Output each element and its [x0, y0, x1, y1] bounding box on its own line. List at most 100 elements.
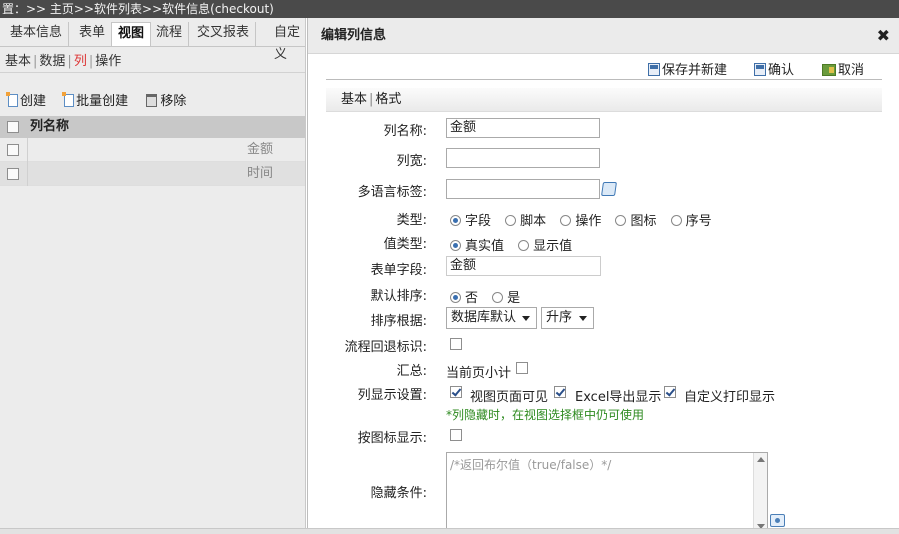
summary-checkbox[interactable]: [516, 362, 528, 374]
remove-button[interactable]: 移除: [146, 90, 186, 109]
type-label: 类型:: [396, 213, 427, 228]
left-toolbar: 创建 批量创建 移除: [6, 90, 200, 109]
radio-icon: [615, 215, 627, 226]
form-tab-format[interactable]: 格式: [375, 92, 401, 107]
create-button[interactable]: 创建: [6, 90, 46, 109]
default-sort-option-yes[interactable]: 是: [492, 287, 520, 306]
save-icon: [754, 63, 766, 76]
sort-by-value: 数据库默认: [451, 310, 517, 325]
tab-bar: 基本信息 表单 视图 流程 交叉报表 自定义: [0, 22, 305, 62]
save-and-new-label: 保存并新建: [662, 63, 728, 78]
table-row[interactable]: 金额: [0, 138, 305, 162]
edit-icon[interactable]: [601, 182, 617, 196]
cancel-label: 取消: [838, 63, 865, 78]
batch-create-button[interactable]: 批量创建: [62, 90, 128, 109]
value-type-radio-group: 真实值 显示值: [450, 235, 582, 254]
subtab-basic[interactable]: 基本: [5, 54, 31, 69]
col-width-input[interactable]: [446, 148, 600, 168]
divider: [0, 72, 305, 73]
summary-text: 当前页小计: [446, 366, 512, 381]
row-value: 时间: [247, 166, 274, 181]
tab-flow[interactable]: 流程: [150, 22, 190, 46]
sort-by-label: 排序根据:: [370, 314, 427, 329]
chevron-down-icon: [522, 316, 530, 321]
tab-cross-report[interactable]: 交叉报表: [191, 22, 257, 46]
form-field-label: 表单字段:: [370, 263, 427, 278]
sort-order-select[interactable]: 升序: [541, 307, 594, 329]
new-doc-icon: [6, 92, 18, 107]
close-icon[interactable]: ✖: [877, 28, 890, 44]
form-field-input[interactable]: 金额: [446, 256, 601, 276]
sort-by-select[interactable]: 数据库默认: [446, 307, 537, 329]
icon-display-checkbox[interactable]: [450, 429, 462, 441]
multilang-input[interactable]: [446, 179, 600, 199]
cancel-icon: [822, 64, 836, 76]
type-option-action[interactable]: 操作: [560, 210, 601, 229]
select-all-checkbox[interactable]: [7, 121, 19, 133]
radio-icon: [518, 240, 530, 251]
radio-icon: [450, 292, 461, 303]
tab-view[interactable]: 视图: [111, 22, 152, 46]
summary-label: 汇总:: [396, 364, 427, 379]
save-icon: [648, 63, 660, 76]
tab-custom[interactable]: 自定义: [268, 22, 305, 62]
default-sort-radio-group: 否 是: [450, 287, 530, 306]
dialog-title: 编辑列信息: [308, 18, 899, 54]
horizontal-scrollbar[interactable]: [0, 528, 899, 534]
subtab-data[interactable]: 数据: [39, 54, 65, 69]
tab-basic-info[interactable]: 基本信息: [4, 22, 70, 46]
radio-icon: [492, 292, 504, 303]
dialog-toolbar: 保存并新建 确认 取消: [326, 56, 882, 80]
table-row[interactable]: 时间: [0, 162, 305, 186]
chevron-up-icon[interactable]: [757, 457, 765, 462]
trash-icon: [146, 94, 158, 107]
value-type-label: 值类型:: [383, 237, 427, 252]
type-option-script[interactable]: 脚本: [505, 210, 546, 229]
excel-export-checkbox[interactable]: [554, 386, 566, 398]
default-sort-option-no[interactable]: 否: [450, 287, 478, 306]
radio-icon: [450, 240, 461, 251]
icon-display-label: 按图标显示:: [357, 431, 427, 446]
row-checkbox[interactable]: [7, 168, 19, 180]
custom-print-checkbox[interactable]: [664, 386, 676, 398]
col-name-input[interactable]: 金额: [446, 118, 600, 138]
col-name-label: 列名称:: [383, 124, 427, 139]
value-type-option-real[interactable]: 真实值: [450, 235, 504, 254]
column-grid: 列名称 金额 时间: [0, 116, 305, 186]
type-option-field[interactable]: 字段: [450, 210, 491, 229]
tab-form[interactable]: 表单: [73, 22, 113, 46]
row-checkbox[interactable]: [7, 144, 19, 156]
excel-export-label: Excel导出显示: [575, 390, 662, 405]
view-visible-checkbox[interactable]: [450, 386, 462, 398]
type-radio-group: 字段 脚本 操作 图标 序号: [450, 210, 722, 229]
flow-back-checkbox[interactable]: [450, 338, 462, 350]
display-settings-label: 列显示设置:: [357, 388, 427, 403]
radio-icon: [560, 215, 572, 226]
row-value: 金额: [247, 142, 274, 157]
hidden-condition-placeholder: /*返回布尔值（true/false）*/: [450, 458, 612, 472]
sort-order-value: 升序: [546, 310, 573, 325]
view-visible-label: 视图页面可见: [470, 390, 549, 405]
textarea-scrollbar[interactable]: [753, 453, 767, 533]
type-option-icon[interactable]: 图标: [615, 210, 656, 229]
default-sort-label: 默认排序:: [370, 289, 427, 304]
save-and-new-button[interactable]: 保存并新建: [648, 59, 727, 78]
col-width-label: 列宽:: [396, 154, 427, 169]
remove-label: 移除: [160, 94, 187, 109]
subtab-columns[interactable]: 列: [74, 54, 87, 69]
hidden-column-hint: *列隐藏时，在视图选择框中仍可使用: [446, 408, 645, 422]
multilang-label: 多语言标签:: [357, 185, 427, 200]
tab-divider: [0, 46, 305, 47]
subtab-bar: 基本 | 数据 | 列 | 操作: [5, 54, 122, 69]
subtab-actions[interactable]: 操作: [95, 54, 121, 69]
hidden-condition-textarea[interactable]: /*返回布尔值（true/false）*/: [446, 452, 768, 534]
edit-column-dialog: 编辑列信息 ✖ 保存并新建 确认 取消 基本 | 格式 列名称: 金额 列宽: 多语…: [307, 18, 899, 534]
confirm-button[interactable]: 确认: [754, 59, 794, 78]
breadcrumb: 置：>> 主页>>软件列表>>软件信息(checkout): [0, 0, 899, 18]
radio-icon: [505, 215, 517, 226]
type-option-serial[interactable]: 序号: [670, 210, 712, 229]
cancel-button[interactable]: 取消: [822, 59, 864, 78]
form-tab-basic[interactable]: 基本: [341, 92, 367, 107]
expression-editor-icon[interactable]: [770, 514, 785, 527]
value-type-option-display[interactable]: 显示值: [518, 235, 572, 254]
